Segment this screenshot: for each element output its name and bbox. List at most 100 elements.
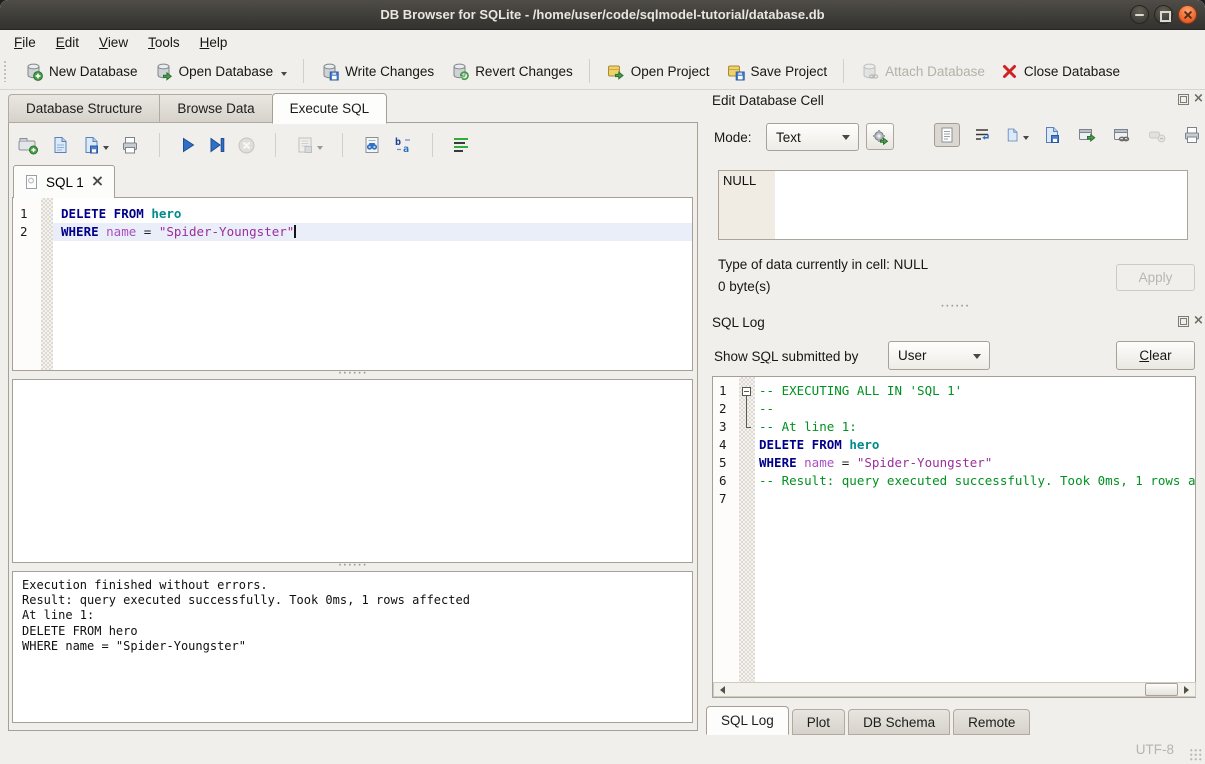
results-grid[interactable] [12,379,693,563]
statusbar: UTF-8 [0,735,1205,764]
close-database-button[interactable]: Close Database [993,59,1128,84]
dock-float-icon[interactable] [1178,316,1189,327]
left-arrow-icon [716,686,725,694]
open-database-button[interactable]: Open Database [146,58,296,85]
sql-log-filter-select[interactable]: User [888,341,990,370]
clear-log-button[interactable]: Clear [1116,341,1195,370]
menu-view[interactable]: View [89,33,138,52]
resize-grip[interactable] [1188,747,1202,761]
replace-button[interactable]: ba [393,135,413,155]
tab-database-structure[interactable]: Database Structure [8,94,159,123]
import-data-button[interactable] [1004,123,1030,147]
editor-fold-margin [41,198,53,370]
save-sql-file-button[interactable] [81,135,109,155]
save-project-button[interactable]: Save Project [718,58,836,85]
menu-tools[interactable]: Tools [138,33,190,52]
encoding-indicator: UTF-8 [1136,742,1174,757]
editor-results-splitter[interactable] [9,371,697,379]
maximize-button[interactable] [1154,5,1173,24]
export-data-button[interactable] [1039,123,1065,147]
menu-help[interactable]: Help [190,33,238,52]
sql-log-view[interactable]: 1 2 3 4 5 6 7 -- EXECUTING ALL IN 'SQL 1… [712,376,1196,698]
open-external-button[interactable] [1074,123,1100,147]
attach-database-button[interactable]: Attach Database [852,58,993,85]
copy-link-button[interactable] [1109,123,1135,147]
tab-execute-sql[interactable]: Execute SQL [272,93,388,124]
tab-remote[interactable]: Remote [953,709,1030,735]
database-attach-icon [860,62,879,81]
apply-format-button[interactable] [866,123,894,150]
toolbar-drag-handle[interactable] [3,60,8,82]
word-wrap-icon [973,126,991,144]
project-save-icon [726,62,745,81]
database-plus-icon [24,62,43,81]
execution-message-pane[interactable]: Execution finished without errors.Result… [12,571,693,723]
dock-close-icon[interactable]: × [1193,316,1204,327]
execute-all-button[interactable] [179,136,197,154]
cell-value-text: NULL [719,171,775,239]
toolbar-separator [843,59,844,83]
editor-code-area[interactable]: DELETE FROM hero WHERE name = "Spider-Yo… [53,198,692,370]
dock-float-icon[interactable] [1178,94,1189,105]
fold-guide-corner [746,427,751,428]
scroll-right-button[interactable] [1180,683,1195,696]
apply-button[interactable]: Apply [1116,264,1195,291]
export-file-icon [1043,126,1061,144]
new-sql-tab-button[interactable] [17,135,39,155]
tab-browse-data[interactable]: Browse Data [159,94,271,123]
url-link-icon [1112,126,1132,144]
execute-current-line-button[interactable] [208,136,226,154]
project-open-icon [606,62,625,81]
print-sql-button[interactable] [120,135,140,155]
toolbar-separator [589,59,590,83]
save-results-button[interactable] [295,135,323,155]
edit-cell-dock-controls: × [1178,94,1204,105]
sql-document-tab[interactable]: SQL 1 × [13,165,115,198]
tab-db-schema[interactable]: DB Schema [848,709,950,735]
mode-select[interactable]: Text [766,123,859,151]
menu-file[interactable]: File [4,33,46,52]
import-menu-caret[interactable] [1023,136,1029,143]
scrollbar-thumb[interactable] [1145,683,1178,696]
stop-execution-button[interactable] [237,136,256,155]
sql-tab-close-icon[interactable]: × [91,174,104,188]
sql-editor[interactable]: 1 2 DELETE FROM hero WHERE name = "Spide… [12,197,693,371]
results-messages-splitter[interactable] [9,563,697,571]
word-wrap-button[interactable] [969,123,995,147]
tab-plot[interactable]: Plot [792,709,845,735]
text-mode-button[interactable] [934,123,960,147]
new-database-button[interactable]: New Database [16,58,146,85]
close-button[interactable] [1178,5,1197,24]
message-line: DELETE FROM hero [22,624,683,639]
play-icon [179,136,197,154]
format-lines-icon [452,136,471,154]
log-fold-margin[interactable] [739,377,755,697]
revert-changes-button[interactable]: Revert Changes [442,58,581,85]
save-results-menu-caret[interactable] [317,146,323,153]
dock-close-icon[interactable]: × [1193,94,1204,105]
bottom-dock-tabs: SQL Log Plot DB Schema Remote [706,706,1033,735]
open-database-menu-caret[interactable] [281,72,287,79]
titlebar[interactable]: DB Browser for SQLite - /home/user/code/… [0,0,1205,30]
save-sql-menu-caret[interactable] [103,146,109,153]
printer-icon [1183,126,1201,144]
print-cell-button[interactable] [1179,123,1205,147]
log-horizontal-scrollbar[interactable] [713,682,1196,697]
menu-edit[interactable]: Edit [46,33,89,52]
tab-sql-log[interactable]: SQL Log [706,706,789,735]
scrollbar-track[interactable] [729,683,1180,696]
scroll-left-button[interactable] [714,683,729,696]
open-project-button[interactable]: Open Project [598,58,718,85]
save-results-icon [295,135,315,155]
log-line: -- Result: query executed successfully. … [755,472,1195,490]
dock-splitter[interactable] [706,303,1205,311]
find-button[interactable] [362,135,382,155]
set-null-button[interactable] [1144,123,1170,147]
auto-format-button[interactable] [452,136,471,154]
write-changes-button[interactable]: Write Changes [312,58,442,85]
open-sql-file-button[interactable] [50,135,70,155]
cell-value-editor[interactable]: NULL [718,170,1188,240]
minimize-button[interactable] [1130,5,1149,24]
fold-collapse-icon[interactable] [742,387,751,396]
editor-line-current: WHERE name = "Spider-Youngster" [53,223,692,241]
